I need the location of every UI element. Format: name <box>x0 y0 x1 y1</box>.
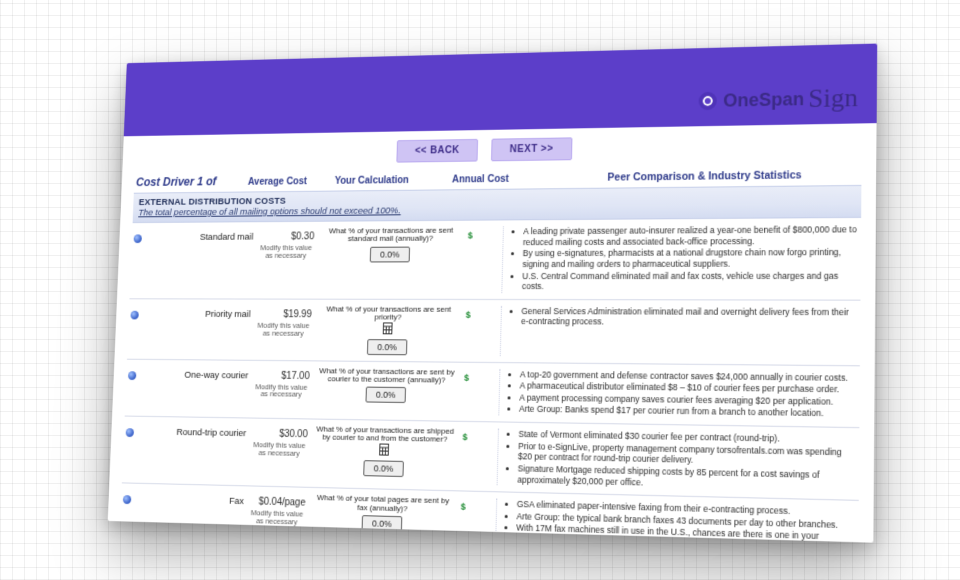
subtotal-row: SUBTOTAL COSTS $ <box>118 541 858 543</box>
avg-cost-value: $19.99 <box>256 309 312 320</box>
content: Cost Driver 1 of Average Cost Your Calcu… <box>108 164 877 542</box>
calc-question: What % of your transactions are sent by … <box>315 367 458 385</box>
stats-item: By using e-signatures, pharmacists at a … <box>522 247 858 270</box>
annual-cost-value: $ <box>460 498 491 543</box>
calc-cell: What % of your transactions are sent by … <box>314 367 458 415</box>
row-bullet-icon <box>126 428 134 437</box>
brand-ring-icon <box>699 92 717 110</box>
row-label: One-way courier <box>147 365 249 411</box>
tab-your-calculation[interactable]: Your Calculation <box>335 175 449 187</box>
topbar: OneSpan Sign <box>124 44 877 137</box>
annual-cost-value: $ <box>465 306 495 356</box>
brand-text-sign: Sign <box>808 83 858 115</box>
row-bullet-icon <box>123 495 131 504</box>
stats-list: A top-20 government and defense contract… <box>498 369 857 421</box>
avg-cost-value: $0.04/page <box>249 496 305 508</box>
stats-list: A leading private passenger auto-insurer… <box>501 224 859 293</box>
rows-container: Standard mail $0.30 Modify this value as n… <box>120 218 862 543</box>
stats-list: General Services Administration eliminat… <box>500 306 858 359</box>
avg-cost-value: $0.30 <box>259 231 315 242</box>
cost-row: Standard mail $0.30 Modify this value as n… <box>129 218 861 301</box>
tab-cost-driver[interactable]: Cost Driver 1 of <box>136 174 245 189</box>
back-button[interactable]: << BACK <box>397 138 479 162</box>
percent-value: 0.0% <box>374 463 394 473</box>
calculator-icon[interactable] <box>313 442 457 459</box>
row-bullet-icon <box>134 234 142 243</box>
brand: OneSpan Sign <box>699 83 858 117</box>
avg-cost: $0.04/pageModify this value as necessary <box>248 492 306 539</box>
avg-cost-hint: Modify this value as necessary <box>249 509 306 526</box>
calc-cell: What % of your total pages are sent by f… <box>310 494 455 543</box>
avg-cost-hint: Modify this value as necessary <box>251 441 308 458</box>
calc-cell: What % of your transactions are sent pri… <box>316 305 460 355</box>
percent-input[interactable]: 0.0% <box>365 387 406 403</box>
avg-cost: $17.00 Modify this value as necessary <box>253 366 310 412</box>
row-label: Fax <box>142 490 245 537</box>
row-label: Standard mail <box>151 228 253 293</box>
app-window: OneSpan Sign << BACK NEXT >> Cost Driver… <box>108 44 878 543</box>
avg-cost-hint: Modify this value as necessary <box>255 322 311 338</box>
tab-peer-comparison[interactable]: Peer Comparison & Industry Statistics <box>553 169 860 185</box>
percent-value: 0.0% <box>380 249 400 259</box>
annual-cost-value: $ <box>466 226 497 292</box>
percent-value: 0.0% <box>377 342 397 352</box>
row-label: Priority mail <box>149 305 251 354</box>
stats-item: U.S. Central Command eliminated mail and… <box>522 270 859 292</box>
row-label: Round-trip courier <box>144 423 247 480</box>
annual-cost-value: $ <box>463 368 493 415</box>
section-header: EXTERNAL DISTRIBUTION COSTS The total pe… <box>133 185 862 223</box>
avg-cost-hint: Modify this value as necessary <box>258 244 314 259</box>
percent-input[interactable]: 0.0% <box>370 246 411 262</box>
stats-item: General Services Administration eliminat… <box>521 306 858 329</box>
avg-cost-hint: Modify this value as necessary <box>253 383 309 399</box>
percent-input[interactable]: 0.0% <box>361 515 402 532</box>
calc-cell: What % of your transactions are sent sta… <box>318 227 462 293</box>
cost-row: Priority mail $19.99 Modify this value as … <box>127 299 860 366</box>
tab-annual-cost[interactable]: Annual Cost <box>452 173 549 185</box>
next-button[interactable]: NEXT >> <box>491 137 572 161</box>
percent-value: 0.0% <box>376 390 396 400</box>
row-bullet-icon <box>130 311 138 320</box>
calc-question: What % of your transactions are sent sta… <box>320 227 463 244</box>
annual-cost-value: $ <box>461 428 492 485</box>
tab-average-cost[interactable]: Average Cost <box>248 176 331 188</box>
avg-cost-value: $30.00 <box>252 428 308 440</box>
avg-cost: $0.30 Modify this value as necessary <box>257 228 315 293</box>
calc-question: What % of your transactions are sent pri… <box>317 305 460 322</box>
stats-list: GSA eliminated paper-intensive faxing fr… <box>495 499 856 543</box>
brand-text-one: OneSpan <box>723 88 804 111</box>
stats-list: State of Vermont eliminated $30 courier … <box>497 429 858 494</box>
avg-cost: $30.00Modify this value as necessary <box>250 424 308 480</box>
percent-input[interactable]: 0.0% <box>363 460 404 477</box>
percent-value: 0.0% <box>372 518 392 529</box>
percent-input[interactable]: 0.0% <box>367 339 408 355</box>
calc-question: What % of your transactions are shipped … <box>313 425 457 444</box>
avg-cost-value: $17.00 <box>254 370 310 381</box>
row-bullet-icon <box>128 371 136 380</box>
calc-question: What % of your total pages are sent by f… <box>311 494 455 515</box>
calc-cell: What % of your transactions are shipped … <box>312 425 457 484</box>
stats-item: A leading private passenger auto-insurer… <box>523 224 859 247</box>
avg-cost: $19.99 Modify this value as necessary <box>255 305 312 354</box>
calculator-icon[interactable] <box>317 322 460 337</box>
